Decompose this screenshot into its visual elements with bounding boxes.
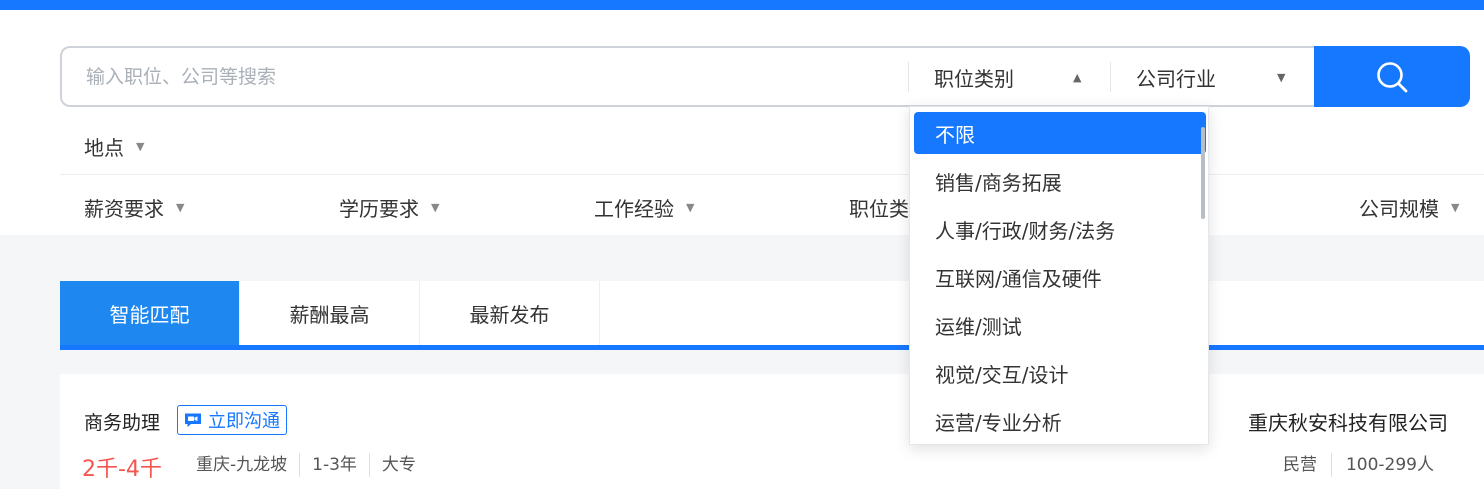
dropdown-option[interactable]: 互联网/通信及硬件: [914, 256, 1206, 298]
company-size-filter-label: 公司规模: [1359, 197, 1439, 221]
top-accent-bar: [0, 0, 1484, 10]
dropdown-option[interactable]: 运维/测试: [914, 304, 1206, 346]
company-size: 100-299人: [1345, 455, 1434, 475]
tab-smart-match[interactable]: 智能匹配: [60, 281, 240, 345]
tab-highest-salary[interactable]: 薪酬最高: [240, 281, 420, 345]
job-category-dropdown: 不限 销售/商务拓展 人事/行政/财务/法务 互联网/通信及硬件 运维/测试 视…: [909, 106, 1209, 445]
tabs-underline: [60, 345, 1484, 350]
filter-divider: [60, 174, 1484, 175]
video-chat-icon: [185, 413, 201, 427]
experience-filter-label: 工作经验: [594, 197, 674, 221]
location-filter[interactable]: 地点 ▼: [84, 132, 144, 161]
job-category-label: 职位类别: [934, 66, 1014, 91]
company-type: 民营: [1283, 453, 1332, 477]
job-meta: 重庆-九龙坡 1-3年 大专: [196, 453, 428, 477]
company-name[interactable]: 重庆秋安科技有限公司: [1248, 407, 1448, 436]
filter-panel: [0, 10, 1484, 235]
search-input[interactable]: [86, 48, 906, 105]
education-filter[interactable]: 学历要求 ▼: [339, 193, 439, 222]
search-bar: 职位类别 ▲ 公司行业 ▼: [60, 46, 1316, 107]
job-title[interactable]: 商务助理: [84, 408, 160, 435]
dropdown-option[interactable]: 运营/专业分析: [914, 400, 1206, 442]
salary-filter-label: 薪资要求: [84, 197, 164, 221]
dropdown-option[interactable]: 视觉/交互/设计: [914, 352, 1206, 394]
caret-up-icon: ▲: [1073, 70, 1082, 84]
dropdown-option[interactable]: 人事/行政/财务/法务: [914, 208, 1206, 250]
job-type-filter-label: 职位类: [849, 197, 909, 221]
company-size-filter[interactable]: 公司规模 ▼: [1359, 193, 1459, 222]
search-icon: [1377, 61, 1408, 92]
experience-filter[interactable]: 工作经验 ▼: [594, 193, 694, 222]
chat-now-label: 立即沟通: [208, 411, 280, 432]
industry-select[interactable]: 公司行业 ▼: [1110, 62, 1316, 92]
dropdown-option[interactable]: 销售/商务拓展: [914, 160, 1206, 202]
caret-down-icon: ▼: [431, 201, 440, 214]
dropdown-option[interactable]: 不限: [914, 112, 1206, 154]
caret-down-icon: ▼: [176, 201, 185, 214]
salary: 2千-4千: [82, 457, 162, 482]
job-category-select[interactable]: 职位类别 ▲: [908, 62, 1108, 92]
job-education: 大专: [368, 453, 428, 477]
caret-down-icon: ▼: [1277, 70, 1286, 84]
job-card[interactable]: 商务助理 立即沟通 2千-4千 重庆-九龙坡 1-3年 大专 重庆秋安科技有限公…: [60, 374, 1484, 489]
sort-tabs: 智能匹配 薪酬最高 最新发布: [60, 281, 1484, 345]
caret-down-icon: ▼: [1451, 201, 1460, 214]
company-meta: 民营 100-299人: [1283, 453, 1434, 477]
location-label: 地点: [84, 136, 124, 160]
dropdown-scrollbar[interactable]: [1201, 127, 1205, 219]
caret-down-icon: ▼: [686, 201, 695, 214]
job-type-filter[interactable]: 职位类: [849, 193, 909, 222]
tab-latest[interactable]: 最新发布: [420, 281, 600, 345]
caret-down-icon: ▼: [136, 140, 145, 153]
education-filter-label: 学历要求: [339, 197, 419, 221]
job-location: 重庆-九龙坡: [196, 455, 288, 475]
chat-now-button[interactable]: 立即沟通: [177, 405, 287, 435]
search-button[interactable]: [1314, 46, 1470, 107]
industry-label: 公司行业: [1136, 66, 1216, 91]
job-experience: 1-3年: [299, 453, 369, 477]
salary-filter[interactable]: 薪资要求 ▼: [84, 193, 184, 222]
